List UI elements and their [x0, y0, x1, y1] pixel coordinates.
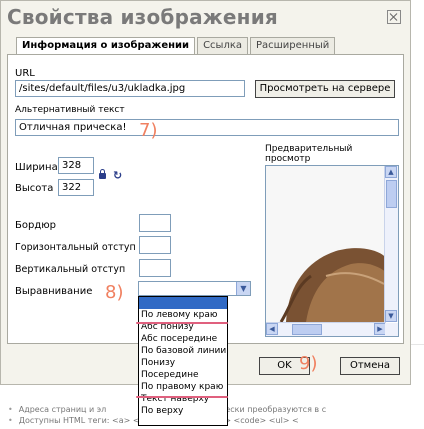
align-select[interactable]: ▼	[138, 281, 251, 296]
preview-horizontal-scrollbar[interactable]: ◀ ▶	[266, 322, 386, 336]
url-input[interactable]: /sites/default/files/u3/ukladka.jpg	[15, 80, 245, 97]
height-label: Высота	[15, 183, 54, 194]
bullet-icon: •	[8, 416, 13, 425]
width-label: Ширина	[15, 162, 58, 173]
dialog-title: Свойства изображения	[7, 5, 278, 29]
hspace-label: Горизонтальный отступ	[15, 242, 136, 253]
close-icon[interactable]	[387, 10, 401, 24]
scroll-corner	[385, 323, 398, 336]
align-option[interactable]: Понизу	[139, 357, 227, 369]
cancel-button[interactable]: Отмена	[340, 357, 400, 375]
url-label: URL	[15, 68, 35, 79]
align-option[interactable]: По правому краю	[139, 381, 227, 393]
align-label: Выравнивание	[15, 286, 93, 297]
alt-text-input[interactable]: Отличная прическа!	[15, 119, 399, 136]
height-input[interactable]: 322	[58, 179, 94, 196]
align-option[interactable]: По базовой линии	[139, 345, 227, 357]
align-option[interactable]: По верху	[139, 405, 227, 417]
align-option[interactable]: Текст наверху	[139, 393, 227, 405]
border-label: Бордюр	[15, 220, 57, 231]
browse-server-button[interactable]: Просмотреть на сервере	[255, 80, 395, 98]
annotation-7: 7)	[139, 120, 158, 141]
align-dropdown-list: По левому краю Абс понизу Абс посередине…	[138, 296, 228, 426]
scroll-down-icon[interactable]: ▼	[385, 310, 397, 322]
chevron-down-icon[interactable]: ▼	[236, 282, 250, 295]
annotation-9: 9)	[299, 353, 318, 374]
scroll-left-icon[interactable]: ◀	[266, 323, 278, 335]
highlight-underline	[136, 396, 228, 398]
align-option[interactable]: Абс посередине	[139, 333, 227, 345]
tab-bar: Информация о изображении Ссылка Расширен…	[16, 37, 337, 55]
alt-text-label: Альтернативный текст	[15, 105, 125, 115]
help-item-text: Адреса страниц и эл	[18, 405, 107, 414]
scroll-up-icon[interactable]: ▲	[385, 166, 397, 178]
hspace-input[interactable]	[139, 236, 171, 254]
border-input[interactable]	[139, 214, 171, 232]
tab-advanced[interactable]: Расширенный	[250, 37, 336, 54]
tab-link[interactable]: Ссылка	[197, 37, 248, 54]
hair-image	[279, 248, 386, 322]
preview-box: ▲ ▼ ◀ ▶	[265, 165, 399, 337]
vspace-label: Вертикальный отступ	[15, 264, 126, 275]
width-input[interactable]: 328	[58, 157, 94, 174]
align-option[interactable]	[139, 297, 227, 309]
bullet-icon: •	[8, 405, 13, 414]
lock-icon[interactable]	[99, 169, 106, 179]
preview-vertical-scrollbar[interactable]: ▲ ▼	[384, 166, 398, 322]
align-option[interactable]: Посередине	[139, 369, 227, 381]
highlight-underline	[136, 322, 228, 324]
annotation-8: 8)	[105, 282, 124, 303]
vspace-input[interactable]	[139, 259, 171, 277]
tab-image-info[interactable]: Информация о изображении	[16, 37, 196, 55]
scroll-thumb[interactable]	[386, 180, 397, 208]
preview-image	[266, 166, 386, 322]
scroll-thumb[interactable]	[292, 324, 322, 335]
preview-label: Предварительный просмотр	[265, 144, 353, 164]
align-option[interactable]: По левому краю	[139, 309, 227, 321]
reset-size-icon[interactable]: ↻	[113, 169, 122, 182]
